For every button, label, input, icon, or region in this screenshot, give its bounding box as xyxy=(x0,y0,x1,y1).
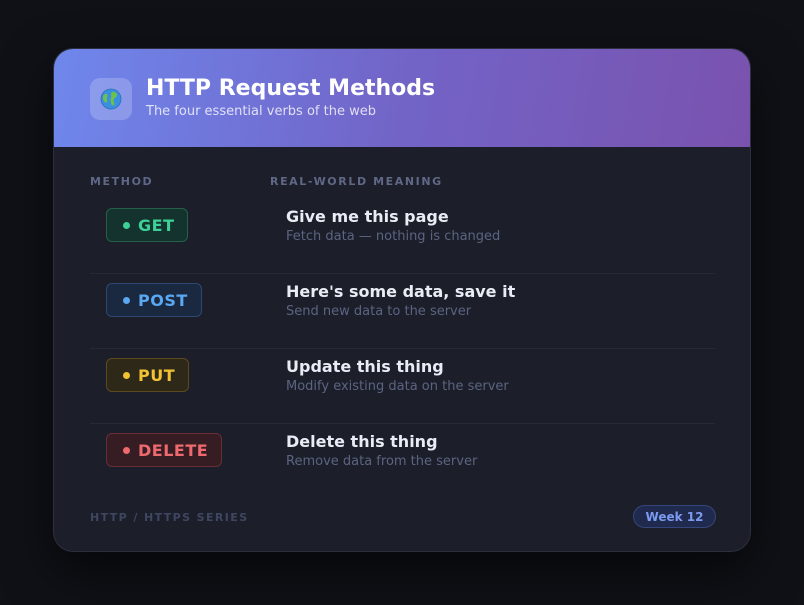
http-methods-card: HTTP Request Methods The four essential … xyxy=(53,48,751,552)
method-name: PUT xyxy=(138,365,176,385)
column-header-method: METHOD xyxy=(90,175,154,188)
status-dot xyxy=(123,221,130,229)
method-name: GET xyxy=(138,215,175,235)
method-description: Modify existing data on the server xyxy=(286,379,509,394)
globe-icon xyxy=(90,78,132,120)
status-dot xyxy=(123,446,130,454)
method-row-put: PUT Update this thing Modify existing da… xyxy=(90,349,715,424)
week-badge: Week 12 xyxy=(633,505,716,528)
page-subtitle: The four essential verbs of the web xyxy=(146,104,376,119)
method-meaning: Update this thing xyxy=(286,357,444,376)
method-name: POST xyxy=(138,290,188,310)
method-badge-post: POST xyxy=(106,283,202,317)
method-description: Fetch data — nothing is changed xyxy=(286,229,501,244)
method-badge-put: PUT xyxy=(106,358,190,392)
method-badge-get: GET xyxy=(106,208,189,242)
page-title: HTTP Request Methods xyxy=(146,76,436,101)
column-header-meaning: REAL-WORLD MEANING xyxy=(270,175,443,188)
series-label: HTTP / HTTPS SERIES xyxy=(90,511,249,524)
card-header: HTTP Request Methods The four essential … xyxy=(54,49,750,147)
method-meaning: Here's some data, save it xyxy=(286,282,516,301)
globe-icon-graphic xyxy=(100,88,122,110)
method-row-delete: DELETE Delete this thing Remove data fro… xyxy=(90,424,715,499)
method-description: Remove data from the server xyxy=(286,454,478,469)
method-meaning: Delete this thing xyxy=(286,432,438,451)
status-dot xyxy=(123,371,130,379)
method-meaning: Give me this page xyxy=(286,207,449,226)
status-dot xyxy=(123,296,130,304)
method-badge-delete: DELETE xyxy=(106,433,223,467)
method-description: Send new data to the server xyxy=(286,304,472,319)
method-row-post: POST Here's some data, save it Send new … xyxy=(90,274,715,349)
method-name: DELETE xyxy=(138,440,209,460)
method-row-get: GET Give me this page Fetch data — nothi… xyxy=(90,199,715,274)
